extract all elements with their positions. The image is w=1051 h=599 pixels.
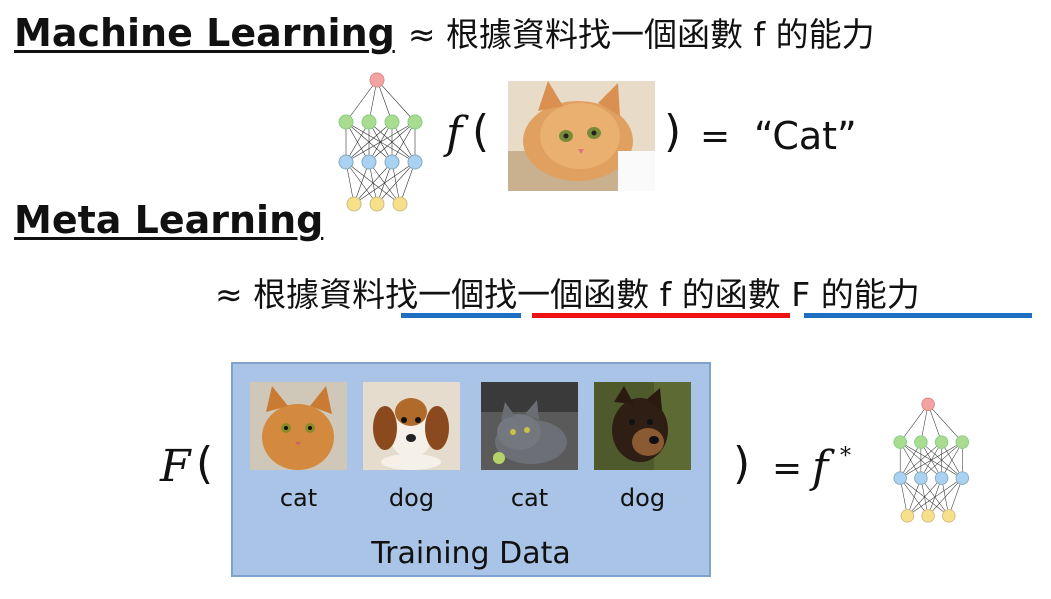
ml-header: Machine Learning ≈ 根據資料找一個函數 f 的能力	[14, 8, 875, 56]
thumb-label-1: cat	[279, 484, 318, 512]
eq1-open-paren: (	[472, 106, 490, 157]
training-data-caption: Training Data	[371, 536, 571, 571]
meta-header: Meta Learning	[14, 198, 323, 242]
dog-thumbnail-2	[594, 382, 691, 470]
eq1-close-paren: )	[664, 106, 682, 157]
dog-thumbnail-1	[363, 382, 460, 470]
eq2-equals: =	[772, 448, 803, 489]
cat-photo	[508, 81, 655, 191]
eq2-open-paren: (	[196, 438, 214, 489]
ml-title: Machine Learning	[14, 11, 395, 55]
thumb-label-3: cat	[510, 484, 549, 512]
meta-approx: ≈	[215, 275, 243, 314]
ml-definition: ≈ 根據資料找一個函數 f 的能力	[407, 15, 875, 54]
eq1-function-f: f	[446, 108, 463, 159]
neural-network-icon	[338, 72, 438, 214]
eq2-close-paren: )	[733, 438, 751, 489]
meta-seg-find-one: 找一個	[385, 275, 485, 314]
underline-red	[532, 313, 790, 318]
meta-definition: ≈ 根據資料找一個找一個函數 f 的函數 F 的能力	[215, 268, 920, 316]
cat-thumbnail-1	[250, 382, 347, 470]
meta-seg-function-F: 函數 F 的能力	[714, 275, 920, 314]
cat-thumbnail-2	[481, 382, 578, 470]
thumb-label-4: dog	[619, 484, 666, 512]
meta-seg-data: 根據資料	[253, 275, 386, 314]
eq1-result: “Cat”	[754, 114, 857, 158]
eq1-equals: =	[700, 116, 731, 157]
eq2-result-star: *	[840, 444, 851, 469]
underline-blue-1	[401, 313, 521, 318]
eq2-function-F: F	[160, 441, 191, 492]
meta-title: Meta Learning	[14, 198, 324, 242]
eq2-result-f: f	[812, 442, 829, 493]
underline-blue-2	[804, 313, 1032, 318]
meta-seg-find-function-f: 找一個函數 f 的	[484, 275, 715, 314]
thumb-label-2: dog	[388, 484, 435, 512]
neural-network-icon-2	[893, 394, 983, 528]
training-data-box: cat dog cat dog Training Data	[231, 362, 711, 577]
